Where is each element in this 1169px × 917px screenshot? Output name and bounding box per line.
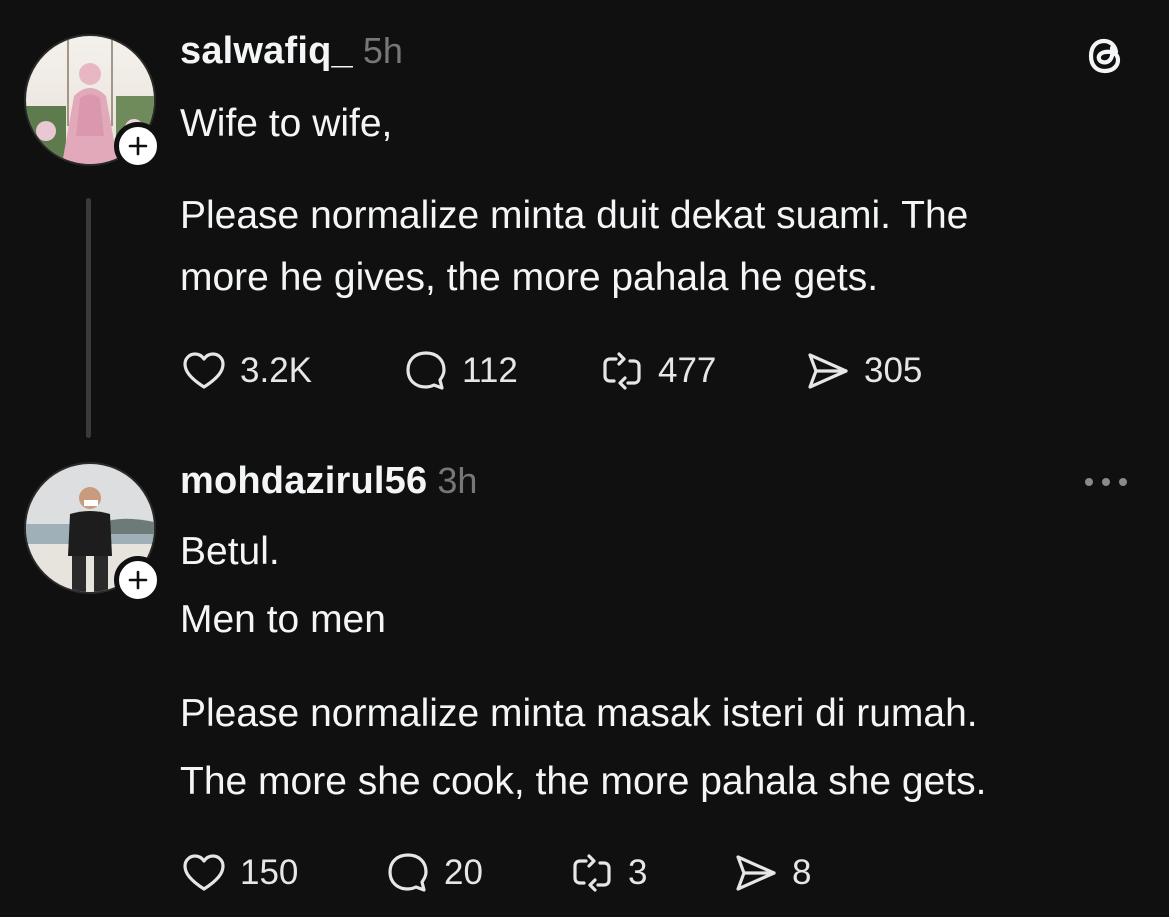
share-button[interactable]: 8 bbox=[732, 848, 811, 898]
post-text-line: Men to men bbox=[180, 598, 386, 641]
send-icon bbox=[736, 855, 776, 891]
heart-icon bbox=[183, 854, 225, 891]
follow-button[interactable] bbox=[114, 556, 162, 604]
thread-connector-line bbox=[86, 198, 91, 438]
repost-button[interactable]: 3 bbox=[568, 848, 647, 898]
avatar-container bbox=[24, 34, 162, 170]
post-text-line: more he gives, the more pahala he gets. bbox=[180, 256, 879, 299]
username[interactable]: salwafiq_ bbox=[180, 30, 353, 73]
thread-post: salwafiq_ 5h Wife to wife, Please normal… bbox=[0, 0, 1169, 460]
reply-button[interactable]: 20 bbox=[384, 848, 483, 898]
comment-icon bbox=[388, 853, 428, 892]
comment-icon bbox=[406, 351, 446, 390]
plus-icon bbox=[128, 570, 148, 590]
post-header: mohdazirul56 3h bbox=[180, 460, 477, 503]
plus-icon bbox=[128, 136, 148, 156]
follow-button[interactable] bbox=[114, 122, 162, 170]
repost-count: 3 bbox=[628, 853, 648, 892]
post-header: salwafiq_ 5h bbox=[180, 30, 403, 73]
send-icon bbox=[808, 353, 848, 389]
share-count: 8 bbox=[792, 853, 812, 892]
share-button[interactable]: 305 bbox=[804, 346, 922, 396]
reply-button[interactable]: 112 bbox=[402, 346, 518, 396]
timestamp: 3h bbox=[437, 460, 478, 501]
share-count: 305 bbox=[864, 351, 923, 390]
timestamp: 5h bbox=[362, 30, 403, 71]
repost-icon bbox=[573, 854, 611, 892]
username[interactable]: mohdazirul56 bbox=[180, 460, 427, 503]
post-text-line: The more she cook, the more pahala she g… bbox=[180, 760, 987, 803]
like-count: 3.2K bbox=[240, 351, 312, 390]
avatar-container bbox=[24, 462, 162, 604]
thread-post: mohdazirul56 3h Betul. Men to men Please… bbox=[0, 460, 1169, 917]
heart-icon bbox=[183, 352, 225, 389]
like-count: 150 bbox=[240, 853, 299, 892]
repost-count: 477 bbox=[658, 351, 717, 390]
reply-count: 112 bbox=[462, 351, 518, 390]
reply-count: 20 bbox=[444, 853, 483, 892]
repost-icon bbox=[603, 352, 641, 390]
like-button[interactable]: 3.2K bbox=[180, 346, 312, 396]
repost-button[interactable]: 477 bbox=[598, 346, 716, 396]
post-text-line: Betul. bbox=[180, 530, 280, 573]
post-text-line: Please normalize minta duit dekat suami.… bbox=[180, 194, 969, 237]
like-button[interactable]: 150 bbox=[180, 848, 298, 898]
post-text-line: Please normalize minta masak isteri di r… bbox=[180, 692, 978, 735]
post-text-line: Wife to wife, bbox=[180, 102, 393, 145]
